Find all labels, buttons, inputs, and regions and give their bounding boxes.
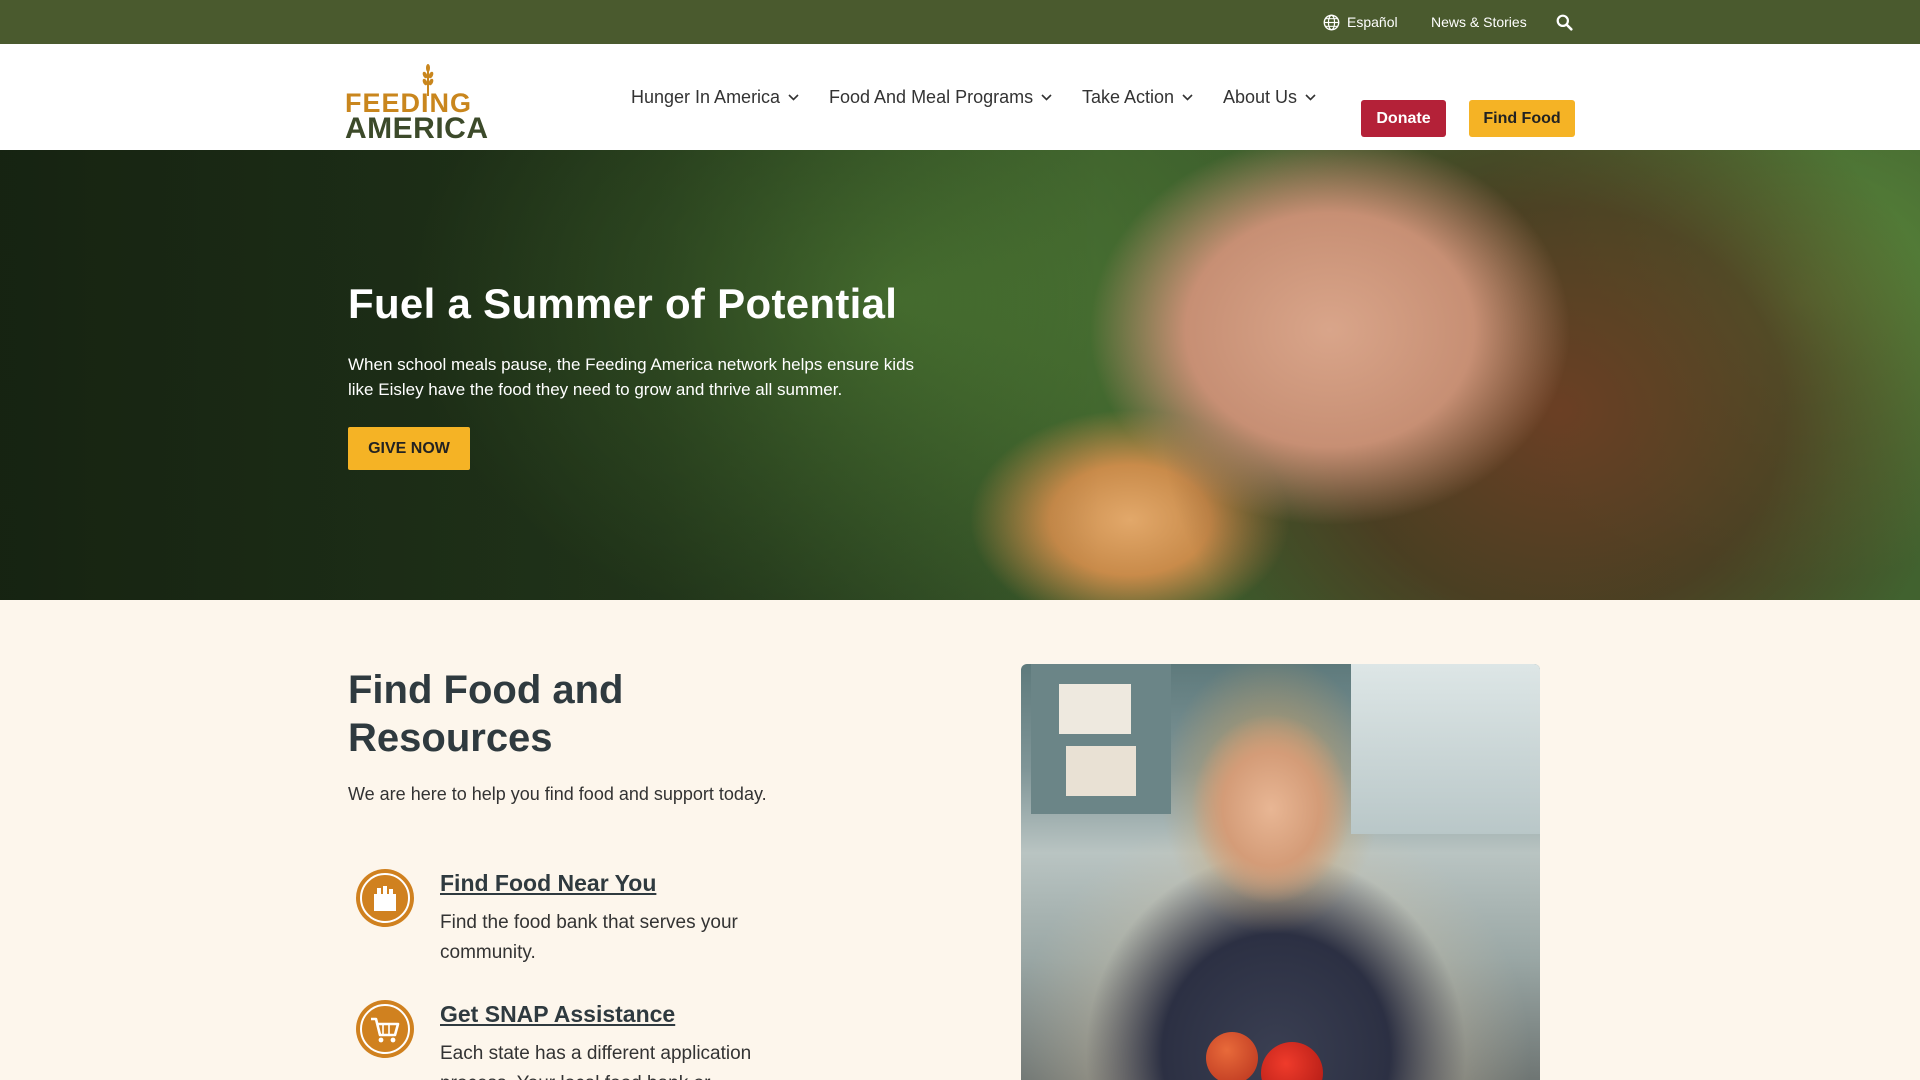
logo-line-2: AMERICA <box>345 112 489 145</box>
nav-label: About Us <box>1223 86 1298 107</box>
apple <box>1261 1042 1323 1080</box>
bulletin-board <box>1031 664 1171 814</box>
site-header: FEEDING AMERICA Hunger In America Food A… <box>0 44 1920 150</box>
resources-subtitle: We are here to help you find food and su… <box>348 784 767 804</box>
kitchen-window <box>1351 664 1540 834</box>
resources-title: Find Food and Resources <box>348 668 624 760</box>
chevron-down-icon <box>788 93 799 101</box>
nav-about-us[interactable]: About Us <box>1223 44 1316 150</box>
utility-bar: Español News & Stories <box>0 0 1920 44</box>
nav-food-and-meal-programs[interactable]: Food And Meal Programs <box>829 44 1052 150</box>
chevron-down-icon <box>1041 93 1052 101</box>
globe-icon <box>1323 14 1340 31</box>
chevron-down-icon <box>1305 93 1316 101</box>
hero-title: Fuel a Summer of Potential <box>348 280 898 327</box>
get-snap-assistance-link[interactable]: Get SNAP Assistance <box>440 1001 675 1028</box>
news-stories-link[interactable]: News & Stories <box>1431 0 1527 44</box>
resource-description: Each state has a different application p… <box>440 1043 752 1080</box>
give-now-button[interactable]: GIVE NOW <box>348 427 470 470</box>
search-icon <box>1556 14 1573 31</box>
shopping-cart-icon <box>356 1000 414 1058</box>
language-label: Español <box>1347 14 1398 30</box>
resource-item: Get SNAP Assistance Each state has a dif… <box>355 999 835 1080</box>
find-food-near-you-link[interactable]: Find Food Near You <box>440 870 656 897</box>
resource-item: Find Food Near You Find the food bank th… <box>355 868 835 968</box>
apple <box>1206 1032 1258 1080</box>
search-button[interactable] <box>1556 0 1573 44</box>
hero-text: When school meals pause, the Feeding Ame… <box>348 355 915 399</box>
language-link[interactable]: Español <box>1323 0 1398 44</box>
resources-photo <box>1021 664 1540 1080</box>
donate-button[interactable]: Donate <box>1361 100 1446 137</box>
nav-label: Take Action <box>1082 86 1175 107</box>
grocery-bag-icon <box>356 869 414 927</box>
chevron-down-icon <box>1182 93 1193 101</box>
nav-label: Hunger In America <box>631 86 781 107</box>
nav-hunger-in-america[interactable]: Hunger In America <box>631 44 799 150</box>
find-food-button[interactable]: Find Food <box>1469 100 1575 137</box>
hero-banner: Fuel a Summer of Potential When school m… <box>0 150 1920 600</box>
resource-description: Find the food bank that serves your comm… <box>440 912 738 963</box>
nav-take-action[interactable]: Take Action <box>1082 44 1193 150</box>
feeding-america-logo[interactable]: FEEDING AMERICA <box>345 64 488 144</box>
nav-label: Food And Meal Programs <box>829 86 1034 107</box>
